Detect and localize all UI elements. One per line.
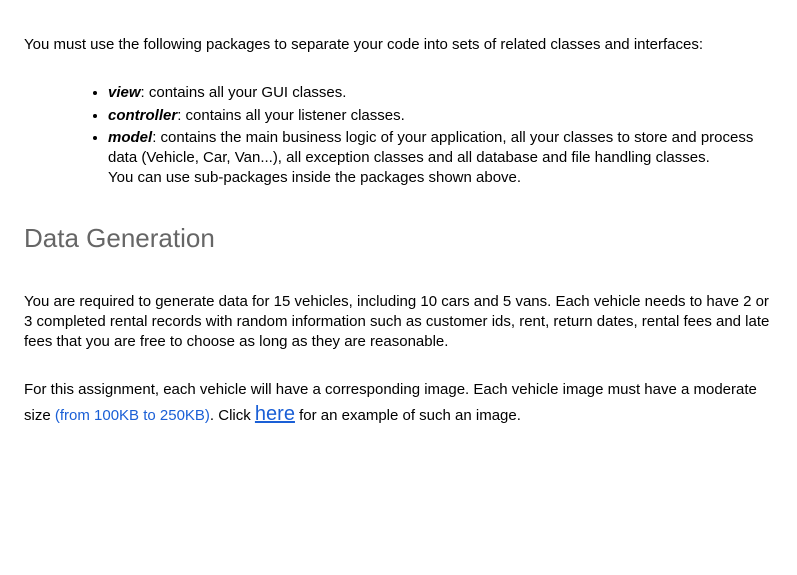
data-gen-paragraph: You are required to generate data for 15… bbox=[24, 292, 773, 353]
package-desc: : contains the main business logic of yo… bbox=[108, 129, 753, 166]
package-list: view: contains all your GUI classes. con… bbox=[84, 83, 773, 188]
para-text: . Click bbox=[210, 407, 255, 424]
package-desc: : contains all your listener classes. bbox=[177, 107, 405, 124]
package-desc: : contains all your GUI classes. bbox=[141, 84, 347, 101]
size-note: (from 100KB to 250KB) bbox=[55, 407, 210, 424]
para-text: for an example of such an image. bbox=[295, 407, 521, 424]
here-link[interactable]: here bbox=[255, 403, 295, 425]
list-item: model: contains the main business logic … bbox=[108, 128, 773, 189]
package-name: controller bbox=[108, 107, 177, 124]
list-item: view: contains all your GUI classes. bbox=[108, 83, 773, 103]
subpackage-note: You can use sub-packages inside the pack… bbox=[108, 169, 521, 186]
image-paragraph: For this assignment, each vehicle will h… bbox=[24, 380, 773, 427]
section-heading: Data Generation bbox=[24, 221, 773, 256]
list-item: controller: contains all your listener c… bbox=[108, 106, 773, 126]
package-name: view bbox=[108, 84, 141, 101]
intro-paragraph: You must use the following packages to s… bbox=[24, 35, 773, 55]
package-name: model bbox=[108, 129, 152, 146]
